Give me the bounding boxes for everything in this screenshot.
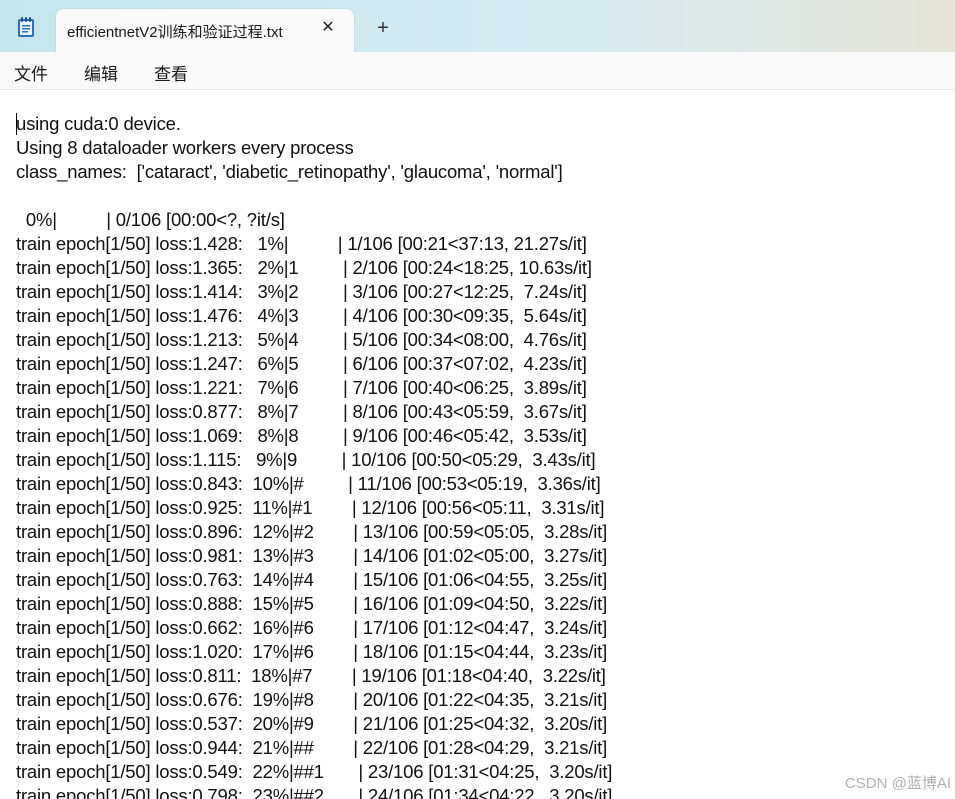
text-editor[interactable]: using cuda:0 device. Using 8 dataloader … bbox=[0, 90, 955, 799]
text-line: Using 8 dataloader workers every process bbox=[16, 137, 354, 158]
text-line: train epoch[1/50] loss:0.888: 15%|#5 | 1… bbox=[16, 593, 608, 614]
watermark: CSDN @蓝博AI bbox=[844, 775, 951, 792]
menu-bar: 文件 编辑 查看 bbox=[0, 52, 955, 90]
text-line: train epoch[1/50] loss:0.763: 14%|#4 | 1… bbox=[16, 569, 608, 590]
close-icon[interactable]: ✕ bbox=[318, 18, 338, 38]
notepad-icon bbox=[18, 17, 34, 37]
text-line: train epoch[1/50] loss:0.537: 20%|#9 | 2… bbox=[16, 713, 608, 734]
tab-document[interactable]: efficientnetV2训练和验证过程.txt ✕ bbox=[56, 9, 354, 52]
text-line: train epoch[1/50] loss:1.476: 4%|3 | 4/1… bbox=[16, 305, 587, 326]
text-line: train epoch[1/50] loss:1.069: 8%|8 | 9/1… bbox=[16, 425, 587, 446]
menu-view[interactable]: 查看 bbox=[154, 60, 188, 85]
text-line: train epoch[1/50] loss:1.414: 3%|2 | 3/1… bbox=[16, 281, 587, 302]
text-line: train epoch[1/50] loss:1.365: 2%|1 | 2/1… bbox=[16, 257, 592, 278]
editor-lines: using cuda:0 device. Using 8 dataloader … bbox=[16, 112, 612, 799]
text-line: train epoch[1/50] loss:0.877: 8%|7 | 8/1… bbox=[16, 401, 587, 422]
text-line: train epoch[1/50] loss:1.221: 7%|6 | 7/1… bbox=[16, 377, 587, 398]
text-line: train epoch[1/50] loss:0.843: 10%|# | 11… bbox=[16, 473, 601, 494]
text-line: train epoch[1/50] loss:0.944: 21%|## | 2… bbox=[16, 737, 608, 758]
menu-edit[interactable]: 编辑 bbox=[84, 60, 118, 85]
text-line: train epoch[1/50] loss:0.925: 11%|#1 | 1… bbox=[16, 497, 605, 518]
text-line: train epoch[1/50] loss:0.676: 19%|#8 | 2… bbox=[16, 689, 608, 710]
text-line: train epoch[1/50] loss:0.662: 16%|#6 | 1… bbox=[16, 617, 608, 638]
text-line: train epoch[1/50] loss:1.213: 5%|4 | 5/1… bbox=[16, 329, 587, 350]
text-line: using cuda:0 device. bbox=[16, 113, 181, 134]
text-line: train epoch[1/50] loss:0.811: 18%|#7 | 1… bbox=[16, 665, 606, 686]
text-line: train epoch[1/50] loss:0.981: 13%|#3 | 1… bbox=[16, 545, 608, 566]
text-line: train epoch[1/50] loss:0.896: 12%|#2 | 1… bbox=[16, 521, 608, 542]
text-line: train epoch[1/50] loss:1.115: 9%|9 | 10/… bbox=[16, 449, 596, 470]
text-line bbox=[16, 184, 612, 208]
title-bar: efficientnetV2训练和验证过程.txt ✕ + bbox=[0, 0, 955, 52]
text-line: train epoch[1/50] loss:1.247: 6%|5 | 6/1… bbox=[16, 353, 587, 374]
menu-file[interactable]: 文件 bbox=[14, 60, 48, 85]
text-line: 0%| | 0/106 [00:00<?, ?it/s] bbox=[16, 209, 285, 230]
add-tab-icon[interactable]: + bbox=[373, 18, 393, 38]
text-line: train epoch[1/50] loss:1.428: 1%| | 1/10… bbox=[16, 233, 587, 254]
text-line: train epoch[1/50] loss:0.798: 23%|##2 | … bbox=[16, 785, 613, 799]
tab-title: efficientnetV2训练和验证过程.txt bbox=[67, 24, 283, 41]
text-line: train epoch[1/50] loss:0.549: 22%|##1 | … bbox=[16, 761, 613, 782]
text-line: class_names: ['cataract', 'diabetic_reti… bbox=[16, 161, 563, 182]
text-line: train epoch[1/50] loss:1.020: 17%|#6 | 1… bbox=[16, 641, 608, 662]
